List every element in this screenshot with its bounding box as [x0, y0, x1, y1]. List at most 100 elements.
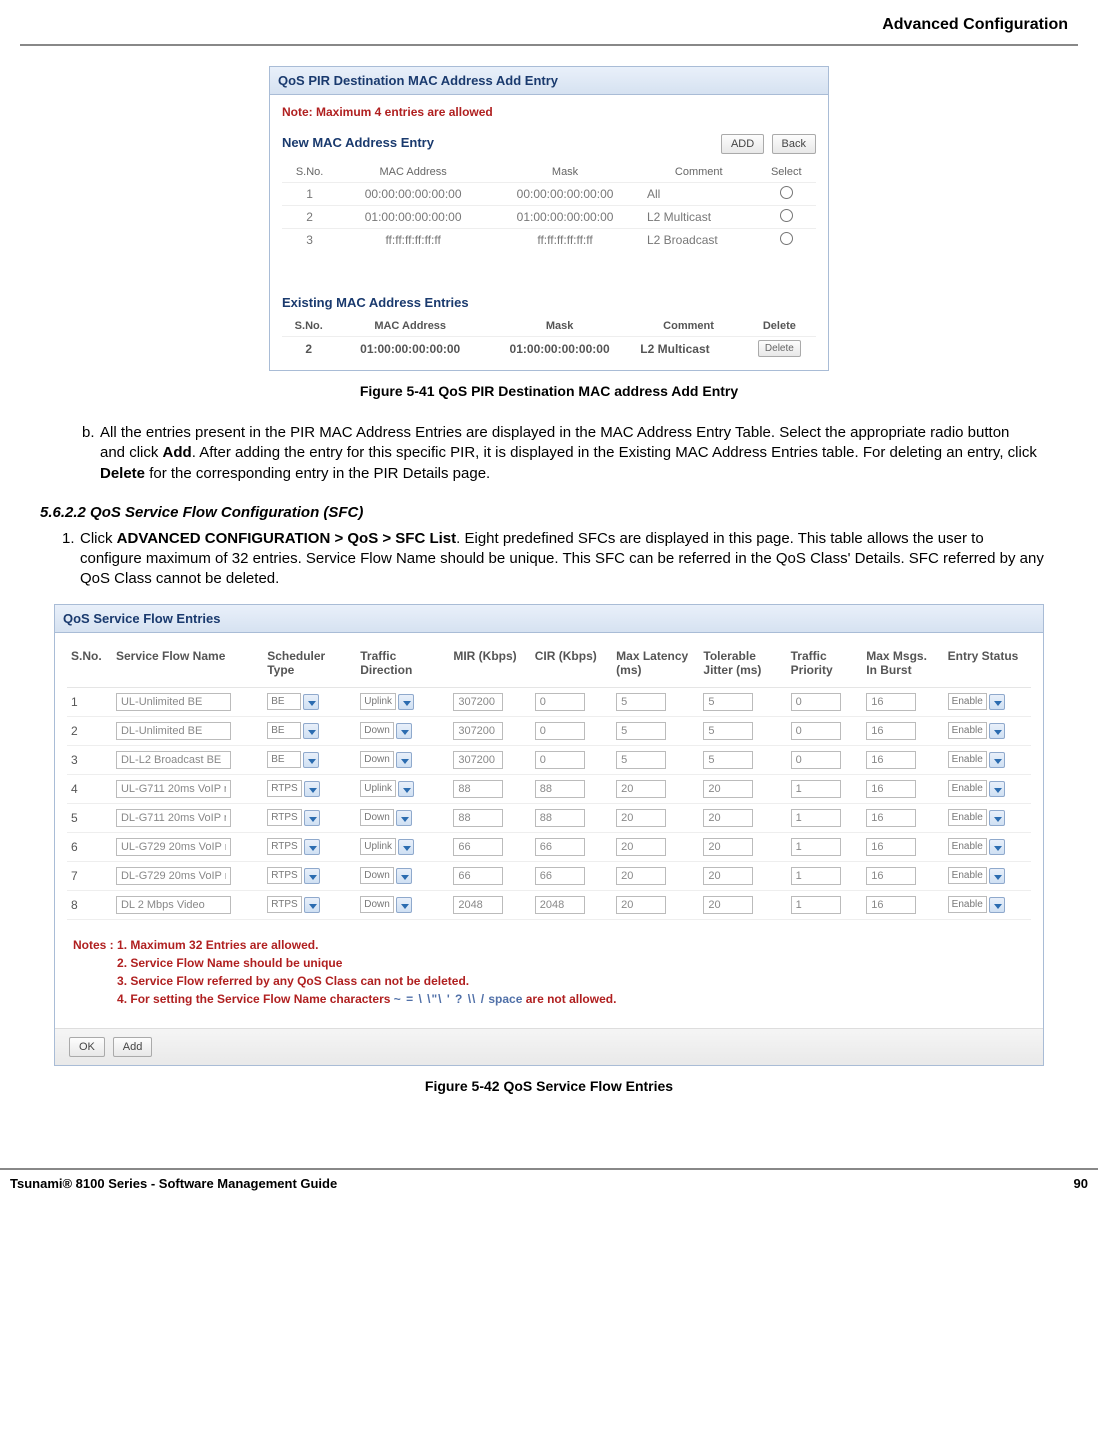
chevron-down-icon[interactable]	[989, 810, 1005, 826]
cir-input[interactable]	[535, 693, 585, 711]
tolerable-jitter-input[interactable]	[703, 809, 753, 827]
cir-input[interactable]	[535, 780, 585, 798]
chevron-down-icon[interactable]	[398, 781, 414, 797]
traffic-priority-input[interactable]	[791, 751, 841, 769]
add-button[interactable]: Add	[113, 1037, 153, 1057]
existing-mac-table: S.No. MAC Address Mask Comment Delete 20…	[282, 316, 816, 360]
bold: ADVANCED CONFIGURATION > QoS > SFC List	[117, 530, 456, 547]
ok-button[interactable]: OK	[69, 1037, 105, 1057]
table-row: 6RTPSUplinkEnable	[67, 832, 1031, 861]
col-sno: S.No.	[282, 316, 335, 337]
chevron-down-icon[interactable]	[304, 839, 320, 855]
chevron-down-icon[interactable]	[396, 810, 412, 826]
tolerable-jitter-input[interactable]	[703, 780, 753, 798]
chevron-down-icon[interactable]	[989, 723, 1005, 739]
select-radio[interactable]	[780, 186, 793, 199]
mir-input[interactable]	[453, 838, 503, 856]
max-burst-input[interactable]	[866, 809, 916, 827]
chevron-down-icon[interactable]	[304, 781, 320, 797]
max-burst-input[interactable]	[866, 751, 916, 769]
chevron-down-icon[interactable]	[303, 723, 319, 739]
chevron-down-icon[interactable]	[396, 897, 412, 913]
service-flow-panel: QoS Service Flow Entries S.No. Service F…	[54, 604, 1044, 1066]
tolerable-jitter-input[interactable]	[703, 751, 753, 769]
chevron-down-icon[interactable]	[989, 694, 1005, 710]
max-latency-input[interactable]	[616, 751, 666, 769]
cell-mask: 01:00:00:00:00:00	[485, 337, 634, 361]
service-flow-name-input[interactable]	[116, 867, 231, 885]
cir-input[interactable]	[535, 809, 585, 827]
chevron-down-icon[interactable]	[989, 897, 1005, 913]
chevron-down-icon[interactable]	[304, 868, 320, 884]
max-latency-input[interactable]	[616, 867, 666, 885]
add-button[interactable]: ADD	[721, 134, 764, 154]
chevron-down-icon[interactable]	[398, 694, 414, 710]
note-4-pre: 4. For setting the Service Flow Name cha…	[117, 992, 394, 1006]
max-burst-input[interactable]	[866, 722, 916, 740]
mir-input[interactable]	[453, 867, 503, 885]
chevron-down-icon[interactable]	[304, 897, 320, 913]
traffic-priority-input[interactable]	[791, 896, 841, 914]
traffic-priority-input[interactable]	[791, 693, 841, 711]
service-flow-name-input[interactable]	[116, 809, 231, 827]
scheduler-type-value: RTPS	[267, 867, 302, 884]
traffic-priority-input[interactable]	[791, 780, 841, 798]
max-latency-input[interactable]	[616, 896, 666, 914]
cir-input[interactable]	[535, 867, 585, 885]
max-burst-input[interactable]	[866, 896, 916, 914]
max-latency-input[interactable]	[616, 693, 666, 711]
max-burst-input[interactable]	[866, 693, 916, 711]
max-latency-input[interactable]	[616, 722, 666, 740]
traffic-priority-input[interactable]	[791, 838, 841, 856]
cir-input[interactable]	[535, 896, 585, 914]
chevron-down-icon[interactable]	[989, 839, 1005, 855]
mir-input[interactable]	[453, 751, 503, 769]
service-flow-name-input[interactable]	[116, 838, 231, 856]
max-latency-input[interactable]	[616, 809, 666, 827]
tolerable-jitter-input[interactable]	[703, 838, 753, 856]
delete-button[interactable]: Delete	[758, 340, 801, 357]
traffic-priority-input[interactable]	[791, 722, 841, 740]
select-radio[interactable]	[780, 232, 793, 245]
select-radio[interactable]	[780, 209, 793, 222]
chevron-down-icon[interactable]	[303, 752, 319, 768]
chevron-down-icon[interactable]	[396, 868, 412, 884]
mir-input[interactable]	[453, 722, 503, 740]
cir-input[interactable]	[535, 722, 585, 740]
chevron-down-icon[interactable]	[396, 723, 412, 739]
cir-input[interactable]	[535, 751, 585, 769]
chevron-down-icon[interactable]	[304, 810, 320, 826]
max-burst-input[interactable]	[866, 867, 916, 885]
max-burst-input[interactable]	[866, 838, 916, 856]
tolerable-jitter-input[interactable]	[703, 867, 753, 885]
service-flow-name-input[interactable]	[116, 896, 231, 914]
back-button[interactable]: Back	[772, 134, 816, 154]
max-latency-input[interactable]	[616, 780, 666, 798]
cell-mac: 01:00:00:00:00:00	[335, 337, 484, 361]
cir-input[interactable]	[535, 838, 585, 856]
tolerable-jitter-input[interactable]	[703, 896, 753, 914]
chevron-down-icon[interactable]	[989, 752, 1005, 768]
traffic-priority-input[interactable]	[791, 867, 841, 885]
chevron-down-icon[interactable]	[396, 752, 412, 768]
service-flow-name-input[interactable]	[116, 780, 231, 798]
chevron-down-icon[interactable]	[398, 839, 414, 855]
mir-input[interactable]	[453, 693, 503, 711]
service-flow-name-input[interactable]	[116, 722, 231, 740]
table-row: 8RTPSDownEnable	[67, 890, 1031, 919]
new-mac-label: New MAC Address Entry	[282, 135, 434, 150]
mir-input[interactable]	[453, 780, 503, 798]
mir-input[interactable]	[453, 809, 503, 827]
tolerable-jitter-input[interactable]	[703, 722, 753, 740]
max-burst-input[interactable]	[866, 780, 916, 798]
max-latency-input[interactable]	[616, 838, 666, 856]
service-flow-name-input[interactable]	[116, 751, 231, 769]
traffic-priority-input[interactable]	[791, 809, 841, 827]
chevron-down-icon[interactable]	[989, 868, 1005, 884]
chevron-down-icon[interactable]	[989, 781, 1005, 797]
chevron-down-icon[interactable]	[303, 694, 319, 710]
service-flow-name-input[interactable]	[116, 693, 231, 711]
col-mac: MAC Address	[335, 316, 484, 337]
tolerable-jitter-input[interactable]	[703, 693, 753, 711]
mir-input[interactable]	[453, 896, 503, 914]
